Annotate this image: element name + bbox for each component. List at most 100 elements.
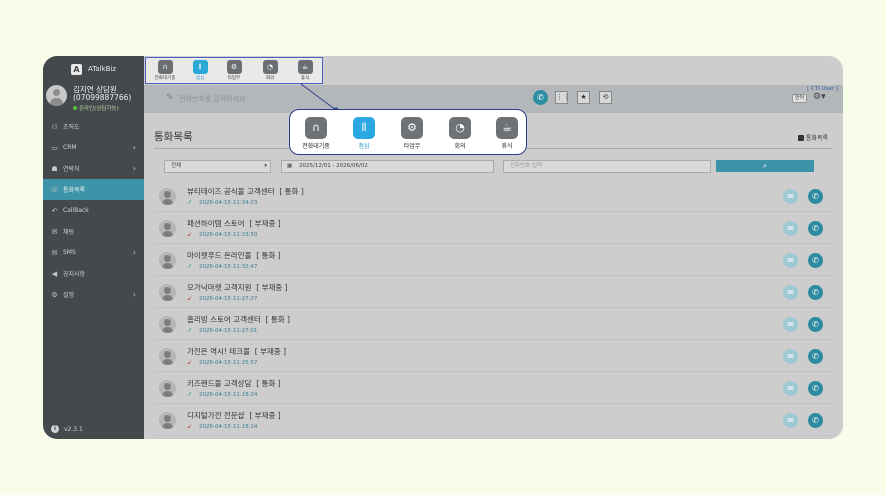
- call-row[interactable]: 키즈랜드몰 고객상담 [ 통화 ] ↗ 2026-04-15 11:18:24 ✉ ✆: [153, 372, 833, 404]
- pie-chart-icon: ◔: [262, 60, 278, 74]
- sidebar-item-5[interactable]: ✉ 채팅: [43, 221, 144, 242]
- call-button[interactable]: ✆: [808, 285, 823, 300]
- utensils-icon: ⫴: [353, 117, 375, 139]
- call-button[interactable]: ✆: [808, 317, 823, 332]
- category-select-value: 전체: [171, 163, 182, 169]
- avatar: [159, 188, 176, 205]
- message-button[interactable]: ✉: [783, 349, 798, 364]
- message-button[interactable]: ✉: [783, 189, 798, 204]
- zoom-status-label: 휴식: [501, 143, 513, 150]
- chevron-right-icon: ›: [132, 290, 136, 299]
- call-button[interactable]: ✆: [808, 413, 823, 428]
- sidebar-item-3[interactable]: ☏ 통화목록: [43, 179, 144, 200]
- sidebar-item-0[interactable]: ⚇ 조직도: [43, 116, 144, 137]
- favorite-button[interactable]: ★: [577, 91, 590, 104]
- avatar: [46, 85, 67, 106]
- call-button[interactable]: ✆: [808, 189, 823, 204]
- settings-menu-icon[interactable]: ⚙▾: [813, 92, 826, 102]
- call-row[interactable]: 가전은 역시! 테크몰 [ 부재중 ] ↙ 2026-04-15 11:25:57 ✉…: [153, 340, 833, 372]
- call-name: 디지털가전 전문샵 [ 부재중 ]: [187, 411, 281, 420]
- call-button[interactable]: ✆: [808, 349, 823, 364]
- utensils-icon: ⫴: [192, 60, 208, 74]
- call-name: 패션하이템 스토어 [ 부재중 ]: [187, 219, 281, 228]
- status-button-label: 휴식: [300, 76, 310, 81]
- status-button-0[interactable]: ∩ 전화대기중: [154, 60, 176, 81]
- message-button[interactable]: ✉: [783, 413, 798, 428]
- date-range-input[interactable]: ▦ 2025/12/01 - 2026/06/02: [281, 160, 494, 173]
- outgoing-call-icon: ↗: [187, 391, 193, 398]
- chevron-right-icon: ›: [132, 143, 136, 152]
- status-button-2[interactable]: ⚙ 타업무: [223, 60, 245, 81]
- sms-icon: ✉: [51, 248, 58, 257]
- call-name: 뷰티테이즈 공식몰 고객센터 [ 통화 ]: [187, 187, 304, 196]
- refresh-button[interactable]: ⟲: [599, 91, 612, 104]
- sidebar-item-label: 조직도: [63, 124, 80, 131]
- call-button[interactable]: ✆: [808, 381, 823, 396]
- version-info: i v2.3.1: [51, 425, 83, 433]
- zoom-status-button-2[interactable]: ⚙ 타업무: [392, 117, 432, 150]
- sidebar-item-8[interactable]: ⚙ 설정 ›: [43, 284, 144, 305]
- sidebar-item-label: 설정: [63, 292, 75, 299]
- call-row[interactable]: 뷰티테이즈 공식몰 고객센터 [ 통화 ] ↗ 2026-04-15 11:34:2…: [153, 180, 833, 212]
- call-button[interactable]: ✆: [808, 253, 823, 268]
- status-button-1[interactable]: ⫴ 점심: [189, 60, 211, 81]
- chevron-down-icon: ▾: [264, 163, 267, 169]
- call-button[interactable]: ✆: [808, 221, 823, 236]
- call-time: 2026-04-15 11:27:01: [199, 328, 258, 334]
- export-label: 통화목록: [805, 135, 828, 142]
- settings-icon: ⚙: [51, 290, 58, 299]
- call-time: 2026-04-15 11:33:50: [199, 232, 258, 238]
- zoom-status-label: 점심: [358, 143, 370, 150]
- avatar: [159, 316, 176, 333]
- profile[interactable]: 김지연 상담원 (07099887766) 온라인(상담가능): [43, 82, 144, 116]
- sidebar-item-7[interactable]: ◀ 공지사항: [43, 263, 144, 284]
- zoom-status-button-0[interactable]: ∩ 전화대기중: [296, 117, 336, 150]
- search-button[interactable]: ⌕: [716, 160, 814, 172]
- phone-search-input[interactable]: 전화번호 입력: [503, 160, 711, 173]
- message-button[interactable]: ✉: [783, 317, 798, 332]
- message-button[interactable]: ✉: [783, 381, 798, 396]
- status-button-4[interactable]: ☕ 휴식: [294, 60, 316, 81]
- missed-call-icon: ↙: [187, 295, 193, 302]
- language-button[interactable]: 언어: [792, 94, 807, 103]
- chevron-right-icon: ›: [132, 164, 136, 173]
- call-time: 2026-04-15 11:18:24: [199, 392, 258, 398]
- calendar-icon: ▦: [287, 163, 293, 169]
- zoom-status-label: 전화대기중: [302, 143, 330, 150]
- message-button[interactable]: ✉: [783, 221, 798, 236]
- contact-icon: ☗: [51, 164, 58, 173]
- sidebar-item-label: 연락처: [63, 166, 80, 173]
- avatar: [159, 348, 176, 365]
- call-row[interactable]: 패션하이템 스토어 [ 부재중 ] ↙ 2026-04-15 11:33:50 ✉ ✆: [153, 212, 833, 244]
- keypad-button[interactable]: ⋮⋮: [555, 91, 570, 104]
- outgoing-call-icon: ↗: [187, 327, 193, 334]
- call-row[interactable]: 디지털가전 전문샵 [ 부재중 ] ↙ 2026-04-15 11:18:14 ✉ ✆: [153, 404, 833, 436]
- search-icon: ⌕: [763, 162, 767, 170]
- call-row[interactable]: 홈리빙 스토어 고객센터 [ 통화 ] ↗ 2026-04-15 11:27:01 ✉…: [153, 308, 833, 340]
- export-icon: [797, 134, 804, 141]
- message-button[interactable]: ✉: [783, 285, 798, 300]
- status-button-3[interactable]: ◔ 회의: [259, 60, 281, 81]
- chat-icon: ✉: [51, 227, 58, 236]
- sidebar-item-4[interactable]: ↶ CallBack: [43, 200, 144, 221]
- export-button[interactable]: 통화목록: [797, 133, 828, 142]
- category-select[interactable]: 전체 ▾: [164, 160, 271, 173]
- zoom-status-button-1[interactable]: ⫴ 점심: [344, 117, 384, 150]
- status-toolbar: ∩ 전화대기중 ⫴ 점심 ⚙ 타업무 ◔ 회의 ☕ 휴식: [145, 57, 323, 84]
- message-button[interactable]: ✉: [783, 253, 798, 268]
- call-time: 2026-04-15 11:27:27: [199, 296, 258, 302]
- main-panel: 통화목록 통화목록 전체 ▾ ▦ 2025/12/01 - 2026/06/02…: [144, 113, 843, 439]
- call-row[interactable]: 오가닉마켓 고객지원 [ 부재중 ] ↙ 2026-04-15 11:27:27 ✉ ✆: [153, 276, 833, 308]
- missed-call-icon: ↙: [187, 423, 193, 430]
- avatar: [159, 220, 176, 237]
- zoom-status-button-4[interactable]: ☕ 휴식: [487, 117, 527, 150]
- dial-button[interactable]: ✆: [533, 90, 548, 105]
- sidebar-item-6[interactable]: ✉ SMS ›: [43, 242, 144, 263]
- zoom-status-button-3[interactable]: ◔ 회의: [440, 117, 480, 150]
- phone-input[interactable]: 전화번호를 입력하세요: [179, 94, 246, 104]
- call-row[interactable]: 마이펫푸드 온라인몰 [ 통화 ] ↗ 2026-04-15 11:32:47 ✉ ✆: [153, 244, 833, 276]
- sidebar-item-1[interactable]: ▭ CRM ›: [43, 137, 144, 158]
- sidebar-item-2[interactable]: ☗ 연락처 ›: [43, 158, 144, 179]
- call-name: 홈리빙 스토어 고객센터 [ 통화 ]: [187, 315, 290, 324]
- outgoing-call-icon: ↗: [187, 199, 193, 206]
